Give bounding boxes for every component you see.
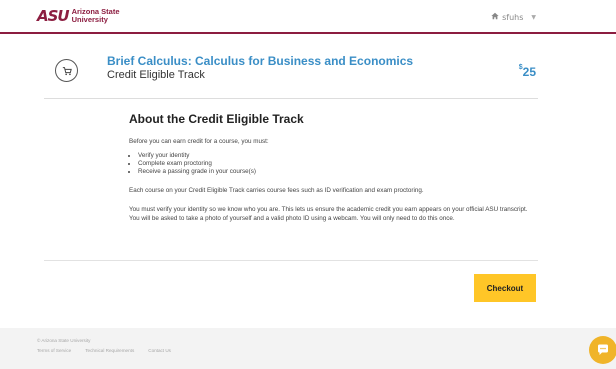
chevron-down-icon: ▼	[531, 13, 536, 21]
top-navigation-bar: ASU Arizona State University sfuhs ▼	[0, 0, 616, 34]
about-section: About the Credit Eligible Track Before y…	[129, 112, 539, 223]
price-value: 25	[522, 65, 536, 79]
requirement-item: Complete exam proctoring	[138, 160, 539, 168]
chat-icon[interactable]	[589, 336, 616, 364]
course-track: Credit Eligible Track	[107, 69, 205, 81]
footer-links: Terms of Service Technical Requirements …	[37, 348, 171, 353]
terms-link[interactable]: Terms of Service	[37, 348, 71, 353]
course-title: Brief Calculus: Calculus for Business an…	[107, 54, 414, 68]
checkout-panel: Brief Calculus: Calculus for Business an…	[0, 34, 616, 328]
about-intro: Before you can earn credit for a course,…	[129, 138, 269, 145]
about-heading: About the Credit Eligible Track	[129, 112, 304, 126]
shopping-cart-icon	[55, 59, 78, 82]
fees-paragraph: Each course on your Credit Eligible Trac…	[129, 187, 424, 194]
username: sfuhs	[502, 12, 524, 22]
requirement-item: Receive a passing grade in your course(s…	[138, 168, 539, 176]
section-divider	[44, 260, 538, 261]
asu-logo[interactable]: ASU Arizona State University	[37, 8, 120, 24]
user-menu[interactable]: sfuhs ▼	[491, 12, 536, 22]
course-summary: Brief Calculus: Calculus for Business an…	[44, 34, 538, 99]
requirements-list: Verify your identity Complete exam proct…	[129, 152, 539, 176]
verification-paragraph: You must verify your identity so we know…	[129, 206, 528, 222]
contact-link[interactable]: Contact Us	[148, 348, 171, 353]
asu-logo-mark: ASU	[37, 6, 70, 25]
footer: © Arizona State University Terms of Serv…	[37, 338, 171, 353]
requirement-item: Verify your identity	[138, 152, 539, 160]
logo-line-2: University	[71, 15, 108, 24]
home-icon	[491, 12, 499, 22]
asu-logo-text: Arizona State University	[72, 8, 120, 24]
price-currency: $	[518, 64, 523, 71]
checkout-button[interactable]: Checkout	[474, 274, 536, 302]
tech-requirements-link[interactable]: Technical Requirements	[85, 348, 134, 353]
copyright: © Arizona State University	[37, 338, 91, 343]
course-price: $25	[518, 64, 536, 79]
